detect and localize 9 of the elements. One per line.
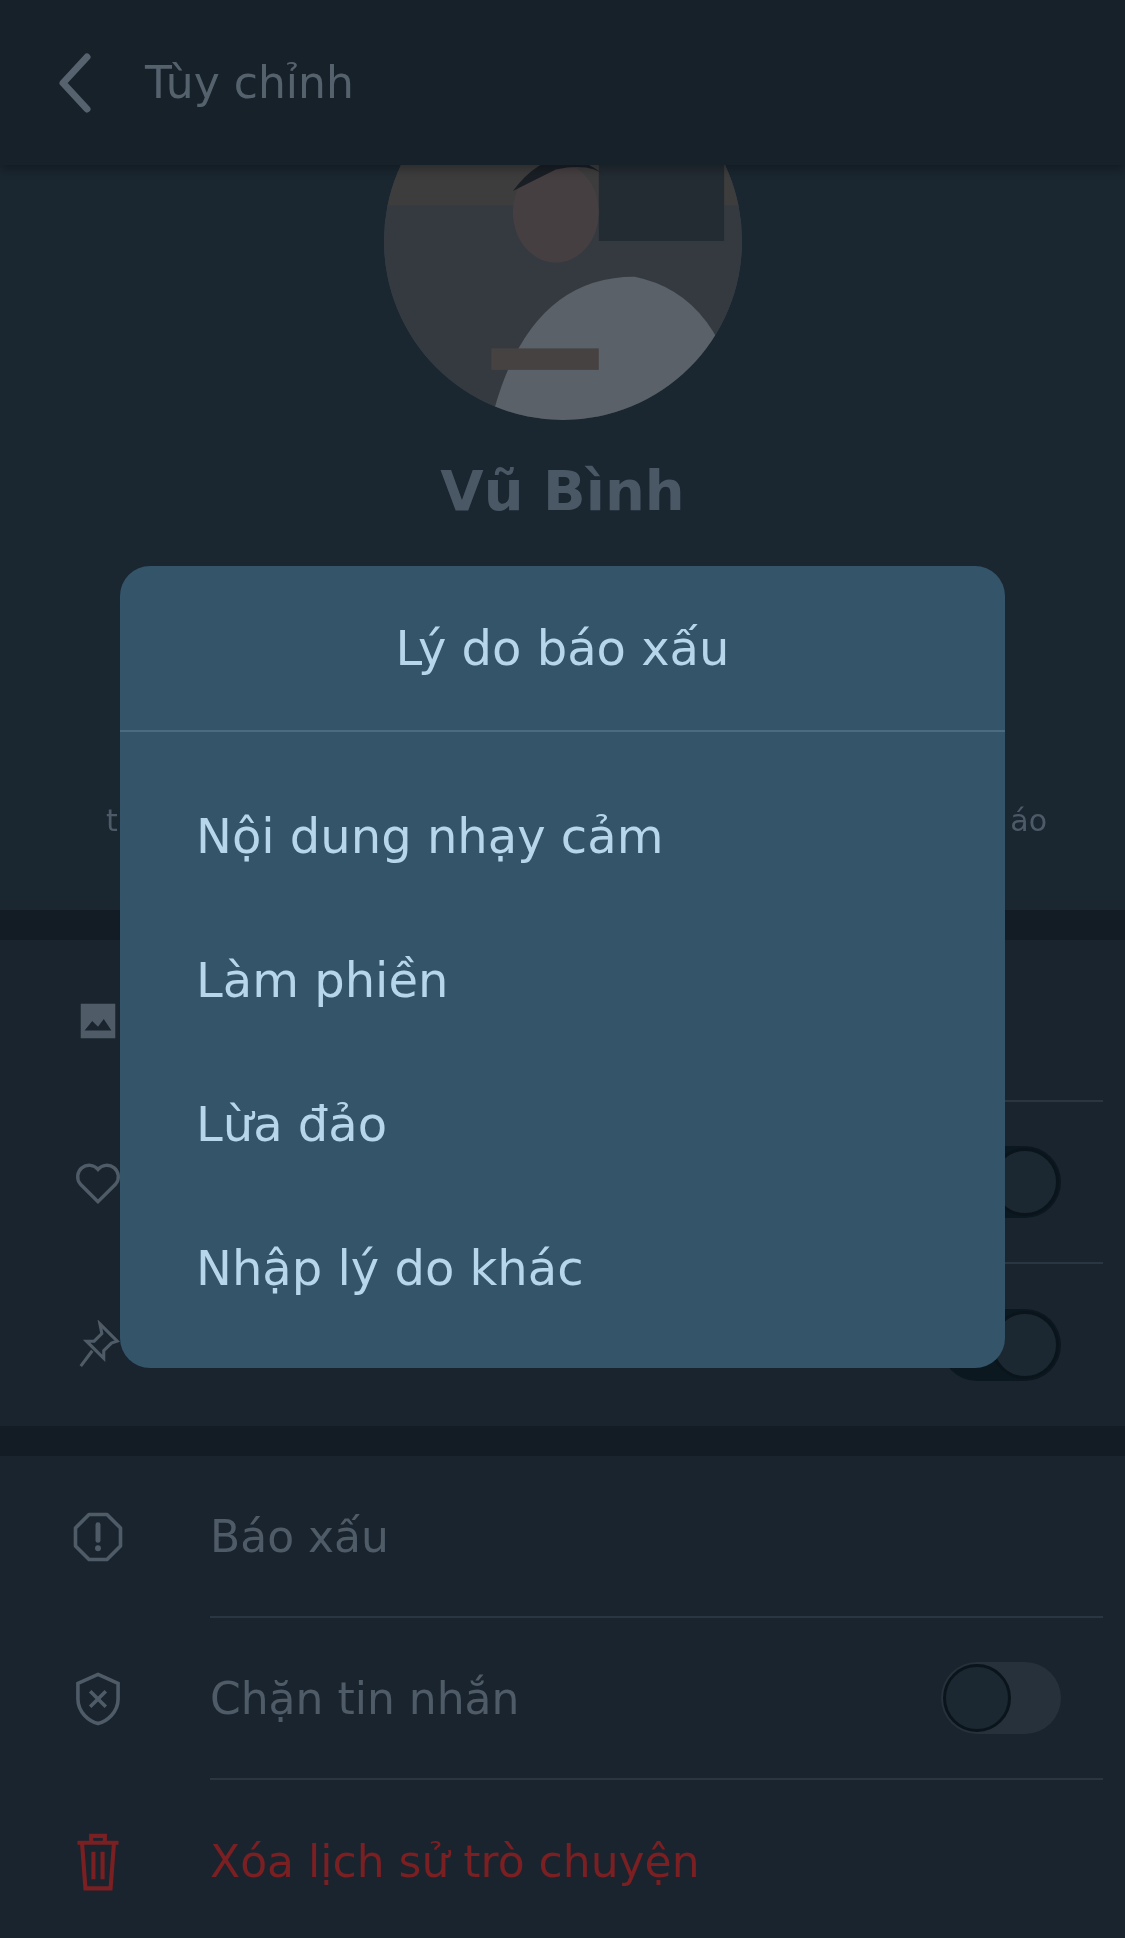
reason-option[interactable]: Làm phiền: [120, 908, 1005, 1052]
stat-label: t: [106, 803, 118, 838]
reason-option[interactable]: Nội dung nhạy cảm: [120, 764, 1005, 908]
screen-title: Tùy chỉnh: [145, 57, 354, 108]
dialog-title: Lý do báo xấu: [120, 566, 1005, 732]
warning-icon: [71, 1510, 125, 1564]
stat-label: áo: [1010, 803, 1047, 838]
reason-option[interactable]: Nhập lý do khác: [120, 1196, 1005, 1340]
reason-option[interactable]: Lừa đảo: [120, 1052, 1005, 1196]
